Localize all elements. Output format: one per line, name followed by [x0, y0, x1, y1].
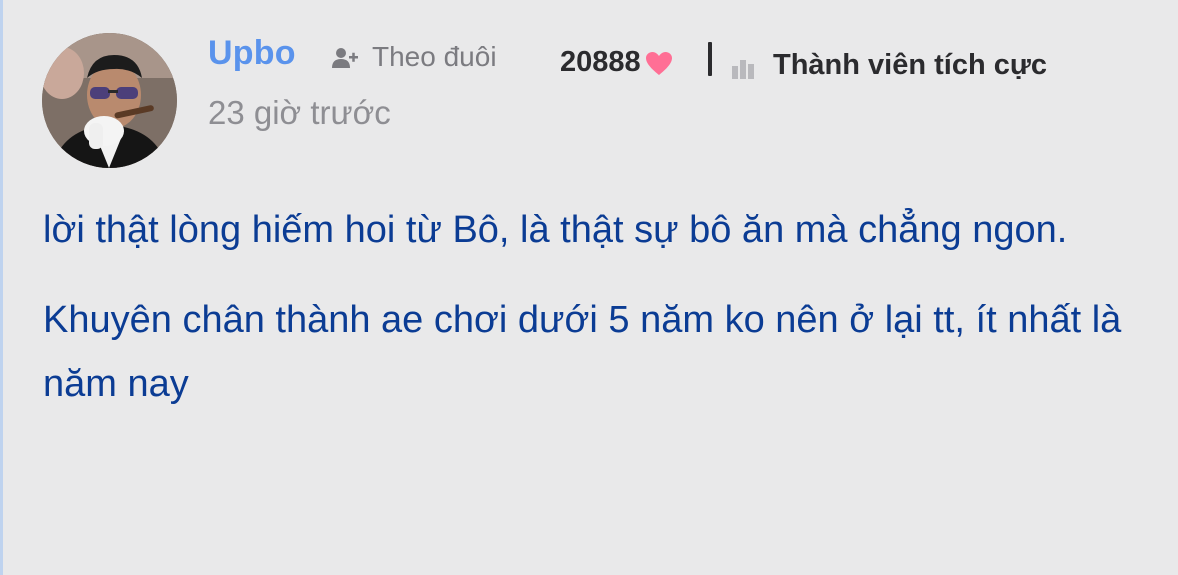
author-points: 20888: [560, 46, 673, 79]
post-content: lời thật lòng hiếm hoi từ Bô, là thật sự…: [43, 198, 1163, 442]
avatar[interactable]: [42, 33, 177, 168]
post-timestamp: 23 giờ trước: [208, 94, 391, 131]
heart-icon: [645, 51, 673, 77]
post-paragraph: lời thật lòng hiếm hoi từ Bô, là thật sự…: [43, 209, 1068, 251]
points-value: 20888: [560, 46, 641, 78]
person-plus-icon: [332, 45, 358, 69]
author-username[interactable]: Upbo: [208, 34, 296, 73]
book-stack-icon: [731, 55, 755, 79]
follow-label: Theo đuôi: [372, 41, 497, 72]
follow-button[interactable]: Theo đuôi: [332, 40, 497, 74]
rank-label: Thành viên tích cực: [773, 49, 1047, 81]
author-rank: Thành viên tích cực: [731, 49, 1047, 82]
divider: [708, 42, 712, 76]
left-accent-border: [0, 0, 3, 575]
post-paragraph: Khuyên chân thành ae chơi dưới 5 năm ko …: [43, 299, 1122, 405]
